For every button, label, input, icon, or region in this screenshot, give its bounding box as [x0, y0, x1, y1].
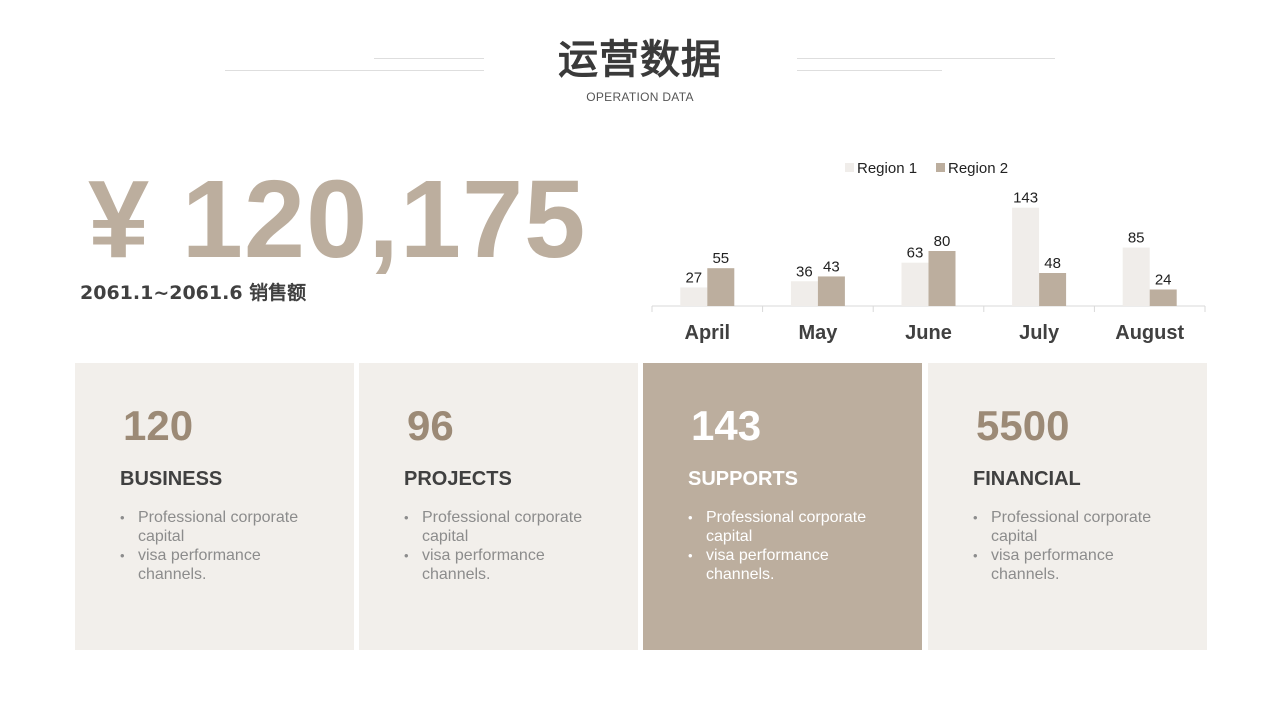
- stat-card-bullets: Professional corporate capital visa perf…: [973, 508, 1173, 584]
- bullet-item: visa performance channels.: [688, 546, 888, 584]
- legend-label: Region 2: [948, 160, 1008, 177]
- bullet-item: visa performance channels.: [973, 546, 1173, 584]
- data-label: 85: [1128, 230, 1145, 247]
- bullet-item: Professional corporate capital: [404, 508, 604, 546]
- legend-swatch: [936, 163, 945, 172]
- header-line-right-short: [797, 70, 942, 71]
- stat-card-supports: 143 SUPPORTS Professional corporate capi…: [643, 363, 922, 650]
- data-label: 55: [712, 250, 729, 267]
- bullet-item: Professional corporate capital: [688, 508, 888, 546]
- bar-region-2: [707, 268, 735, 306]
- stat-card-bullets: Professional corporate capital visa perf…: [404, 508, 604, 584]
- data-label: 36: [796, 263, 813, 280]
- x-tick-label: June: [905, 322, 952, 344]
- stat-card-bullets: Professional corporate capital visa perf…: [688, 508, 888, 584]
- data-label: 48: [1044, 255, 1061, 272]
- bar-region-1: [790, 281, 818, 306]
- stat-card-label: FINANCIAL: [973, 468, 1081, 490]
- header-line-left-short: [374, 58, 484, 59]
- bar-region-1: [901, 262, 929, 306]
- bar-region-2: [1149, 289, 1177, 306]
- data-label: 143: [1013, 190, 1038, 207]
- data-label: 27: [685, 269, 702, 286]
- x-tick-label: August: [1115, 322, 1184, 344]
- bar-region-1: [1122, 247, 1150, 306]
- stat-card-value: 96: [407, 402, 454, 449]
- bullet-item: Professional corporate capital: [120, 508, 320, 546]
- bar-region-1: [680, 287, 708, 306]
- legend-label: Region 1: [857, 160, 917, 177]
- sales-period-label: 2061.1~2061.6 销售额: [80, 282, 307, 304]
- header-line-left-long: [225, 70, 484, 71]
- x-tick-label: April: [685, 322, 731, 344]
- page-subtitle: OPERATION DATA: [586, 90, 694, 104]
- stat-card-bullets: Professional corporate capital visa perf…: [120, 508, 320, 584]
- data-label: 43: [823, 258, 840, 275]
- stat-card-value: 5500: [976, 402, 1070, 449]
- region-bar-chart: 27 55 April 36 43 May 63 80 June 143 48 July 85 24 Aug…: [651, 160, 1206, 344]
- bullet-item: Professional corporate capital: [973, 508, 1173, 546]
- data-label: 80: [934, 233, 951, 250]
- stat-card-projects: 96 PROJECTS Professional corporate capit…: [359, 363, 638, 650]
- legend-swatch: [845, 163, 854, 172]
- sales-amount: ¥ 120,175: [88, 158, 587, 281]
- bar-region-1: [1012, 207, 1040, 306]
- stat-card-value: 143: [691, 402, 762, 449]
- header-line-right-long: [797, 58, 1055, 59]
- data-label: 63: [907, 245, 924, 262]
- stat-card-value: 120: [123, 402, 194, 449]
- bullet-item: visa performance channels.: [404, 546, 604, 584]
- bar-region-2: [928, 251, 956, 306]
- stat-card-label: BUSINESS: [120, 468, 223, 490]
- x-tick-label: May: [798, 322, 838, 344]
- data-label: 24: [1155, 272, 1172, 289]
- stat-card-business: 120 BUSINESS Professional corporate capi…: [75, 363, 354, 650]
- bar-region-2: [817, 276, 845, 306]
- bar-region-2: [1039, 273, 1067, 306]
- x-tick-label: July: [1019, 322, 1060, 344]
- bullet-item: visa performance channels.: [120, 546, 320, 584]
- stat-card-label: SUPPORTS: [688, 468, 799, 490]
- stat-card-label: PROJECTS: [404, 468, 512, 490]
- stat-card-financial: 5500 FINANCIAL Professional corporate ca…: [928, 363, 1207, 650]
- page-title: 运营数据: [558, 37, 722, 83]
